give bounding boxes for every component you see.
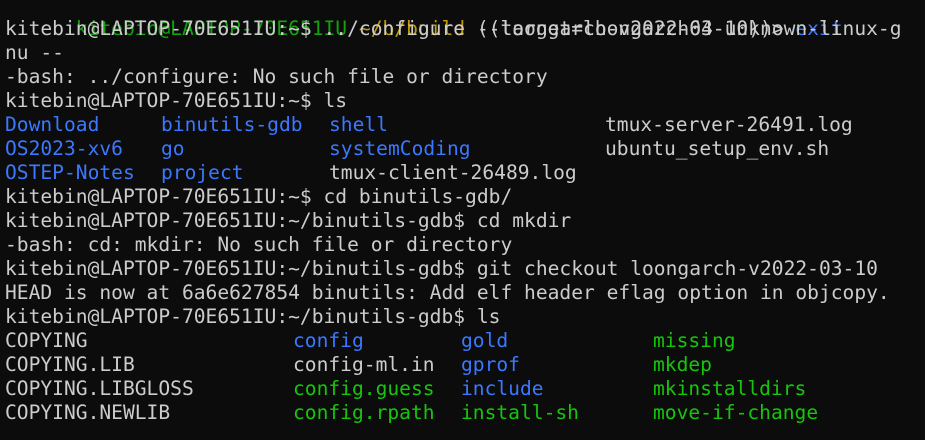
terminal-line: kitebin@LAPTOP-70E651IU:~/binutils-gdb$ …	[5, 305, 902, 329]
ls-entry: COPYING.LIBGLOSS	[5, 377, 194, 400]
ls-entry: OS2023-xv6	[5, 137, 123, 160]
ls-entry: include	[461, 377, 544, 400]
command-line-text: kitebin@LAPTOP-70E651IU:~$ ls	[5, 89, 348, 112]
terminal-line: kitebin@LAPTOP-70E651IU:~/binutils-gdb$ …	[5, 257, 902, 281]
ls-row: COPYING.LIB config-ml.in gprof mkdep	[5, 353, 902, 377]
ls-entry: COPYING	[5, 329, 88, 352]
ls-entry: Download	[5, 113, 100, 136]
command-line-text: kitebin@LAPTOP-70E651IU:~/binutils-gdb$ …	[5, 305, 501, 328]
ls-entry: tmux-client-26489.log	[329, 161, 577, 184]
ls-entry: systemCoding	[329, 137, 471, 160]
command-line-text: kitebin@LAPTOP-70E651IU:~$ ../configure …	[5, 17, 902, 40]
ls-entry: config.guess	[293, 377, 435, 400]
ls-entry: binutils-gdb	[161, 113, 303, 136]
terminal-line: kitebin@LAPTOP-70E651IU:~$ ../configure …	[5, 17, 902, 41]
ls-entry: OSTEP-Notes	[5, 161, 135, 184]
ls-entry: shell	[329, 113, 388, 136]
ls-row: COPYING config gold missing	[5, 329, 902, 353]
ls-entry: go	[161, 137, 185, 160]
ls-row: COPYING.NEWLIB config.rpath install-sh m…	[5, 401, 902, 425]
ls-entry: missing	[653, 329, 736, 352]
terminal-line: -bash: cd: mkdir: No such file or direct…	[5, 233, 902, 257]
ls-row: OS2023-xv6 go systemCoding ubuntu_setup_…	[5, 137, 902, 161]
command-line-text: kitebin@LAPTOP-70E651IU:~/binutils-gdb$ …	[5, 257, 878, 280]
ls-entry: COPYING.NEWLIB	[5, 401, 171, 424]
terminal-line: kitebin@LAPTOP-70E651IU:~/binutils-gdb$ …	[5, 209, 902, 233]
terminal-line: kitebin@LAPTOP-70E651IU:~$ cd binutils-g…	[5, 185, 902, 209]
ls-entry: project	[161, 161, 244, 184]
error-text: -bash: cd: mkdir: No such file or direct…	[5, 233, 513, 256]
ls-entry: tmux-server-26491.log	[605, 113, 853, 136]
terminal-line: kitebin@LAPTOP-70E651IU:~$ ls	[5, 89, 902, 113]
terminal-line: kitebin@LAPTOP-70E651IU ~/b/build ((loon…	[5, 0, 902, 40]
terminal-line: nu --	[5, 41, 902, 65]
terminal-line: -bash: ../configure: No such file or dir…	[5, 65, 902, 89]
ls-entry: install-sh	[461, 401, 579, 424]
ls-row: OSTEP-Notes project tmux-client-26489.lo…	[5, 161, 902, 185]
command-line-text: kitebin@LAPTOP-70E651IU:~$ cd binutils-g…	[5, 185, 513, 208]
ls-entry: mkinstalldirs	[653, 377, 807, 400]
ls-entry: config	[293, 329, 364, 352]
ls-entry: gold	[461, 329, 509, 352]
ls-entry: config.rpath	[293, 401, 435, 424]
ls-entry: COPYING.LIB	[5, 353, 135, 376]
terminal-output: kitebin@LAPTOP-70E651IU ~/b/build ((loon…	[5, 0, 902, 425]
terminal-line: HEAD is now at 6a6e627854 binutils: Add …	[5, 281, 902, 305]
ls-entry: move-if-change	[653, 401, 819, 424]
ls-entry: mkdep	[653, 353, 712, 376]
command-line-text: nu --	[5, 41, 64, 64]
output-text: HEAD is now at 6a6e627854 binutils: Add …	[5, 281, 890, 304]
terminal-window[interactable]: kitebin@LAPTOP-70E651IU ~/b/build ((loon…	[0, 0, 925, 440]
ls-row: Download binutils-gdb shell tmux-server-…	[5, 113, 902, 137]
ls-row: COPYING.LIBGLOSS config.guess include mk…	[5, 377, 902, 401]
error-text: -bash: ../configure: No such file or dir…	[5, 65, 548, 88]
ls-entry: gprof	[461, 353, 520, 376]
ls-entry: config-ml.in	[293, 353, 435, 376]
ls-entry: ubuntu_setup_env.sh	[605, 137, 830, 160]
command-line-text: kitebin@LAPTOP-70E651IU:~/binutils-gdb$ …	[5, 209, 572, 232]
